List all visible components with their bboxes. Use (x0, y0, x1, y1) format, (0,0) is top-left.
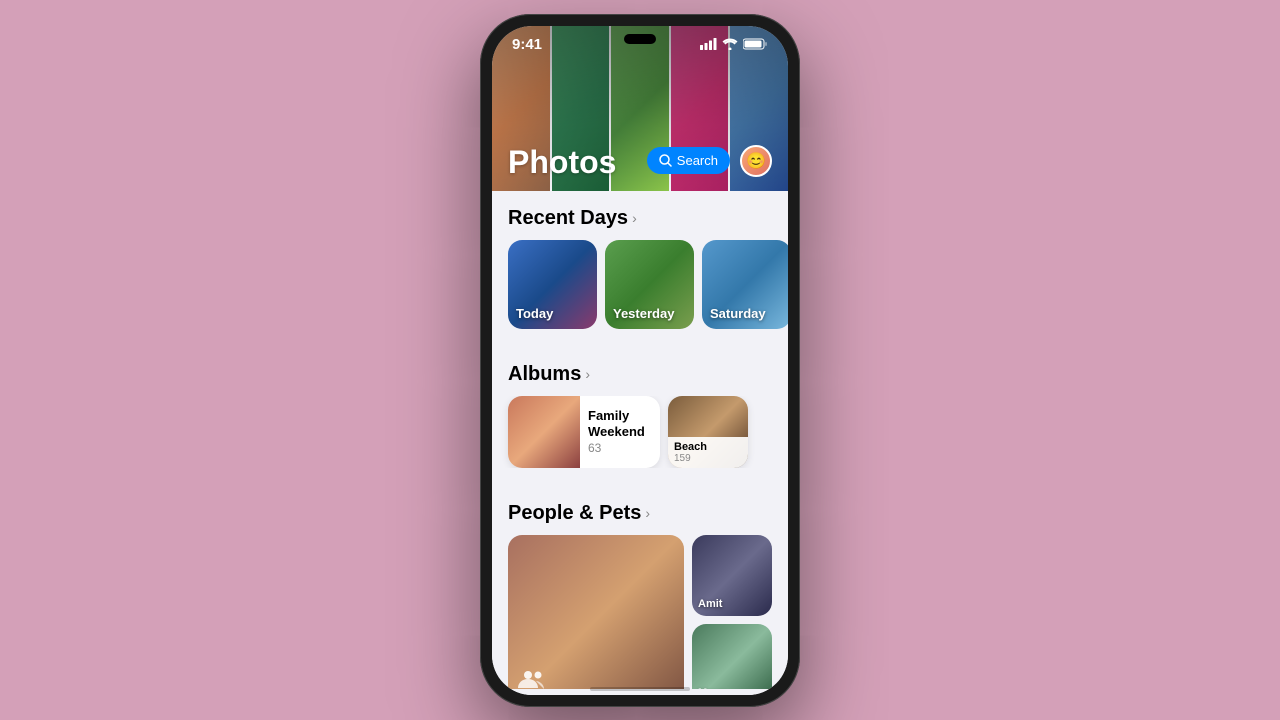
avatar[interactable]: 😊 (740, 145, 772, 177)
album-card-family-weekend[interactable]: Family Weekend 63 (508, 396, 660, 468)
album-count-beach: 159 (674, 453, 742, 464)
page-title: Photos (508, 144, 616, 181)
recent-days-scroll[interactable]: Today Yesterday Saturday (492, 240, 788, 329)
header-actions: Search 😊 (647, 145, 772, 181)
person-maya-label: Maya (698, 687, 766, 689)
people-pets-section: People & Pets › (492, 486, 788, 689)
home-indicator (590, 687, 690, 691)
people-pets-chevron: › (645, 505, 650, 521)
album-thumb-family-weekend (508, 396, 580, 468)
phone-screen: 9:41 (492, 26, 788, 695)
scroll-area[interactable]: Recent Days › Today Yesterday Saturday (492, 191, 788, 689)
album-info-beach: Beach 159 (668, 437, 748, 468)
people-pets-header[interactable]: People & Pets › (508, 502, 772, 525)
recent-days-chevron: › (632, 210, 637, 226)
person-large-group[interactable] (508, 535, 684, 689)
albums-scroll[interactable]: Family Weekend 63 Beach 159 (492, 396, 788, 468)
person-amit[interactable]: Amit (692, 535, 772, 616)
albums-title: Albums (508, 363, 581, 386)
phone-device: 9:41 (480, 14, 800, 707)
day-card-today[interactable]: Today (508, 240, 597, 329)
battery-icon (743, 38, 768, 50)
signal-icon (700, 38, 717, 50)
people-pets-title: People & Pets (508, 502, 641, 525)
status-time: 9:41 (512, 36, 542, 53)
albums-section: Albums › Family Weekend 63 Beach (492, 347, 788, 468)
group-icon (518, 668, 546, 689)
day-label-today: Today (516, 306, 589, 321)
status-icons (700, 38, 768, 50)
person-small-col: Amit Maya (692, 535, 772, 689)
albums-chevron: › (585, 366, 590, 382)
day-card-saturday[interactable]: Saturday (702, 240, 788, 329)
album-name-beach: Beach (674, 441, 742, 453)
album-info-family-weekend: Family Weekend 63 (580, 396, 660, 468)
albums-header[interactable]: Albums › (508, 363, 772, 386)
people-group-icon (518, 668, 546, 689)
header-content: Photos Search 😊 (492, 136, 788, 191)
wifi-icon (722, 38, 738, 50)
album-count-family-weekend: 63 (588, 441, 652, 455)
day-card-yesterday[interactable]: Yesterday (605, 240, 694, 329)
search-label: Search (677, 153, 718, 168)
bottom-bar (492, 689, 788, 695)
people-grid: Amit Maya (508, 535, 772, 689)
album-name-family-weekend: Family Weekend (588, 408, 652, 439)
dynamic-island (624, 34, 656, 44)
recent-days-section: Recent Days › Today Yesterday Saturday (492, 191, 788, 329)
album-card-beach[interactable]: Beach 159 (668, 396, 748, 468)
person-amit-label: Amit (698, 598, 766, 610)
day-label-saturday: Saturday (710, 306, 783, 321)
recent-days-title: Recent Days (508, 207, 628, 230)
person-maya[interactable]: Maya (692, 624, 772, 689)
header-strip: 9:41 (492, 26, 788, 191)
search-button[interactable]: Search (647, 147, 730, 174)
search-icon (659, 154, 672, 167)
recent-days-header[interactable]: Recent Days › (508, 207, 772, 230)
day-label-yesterday: Yesterday (613, 306, 686, 321)
